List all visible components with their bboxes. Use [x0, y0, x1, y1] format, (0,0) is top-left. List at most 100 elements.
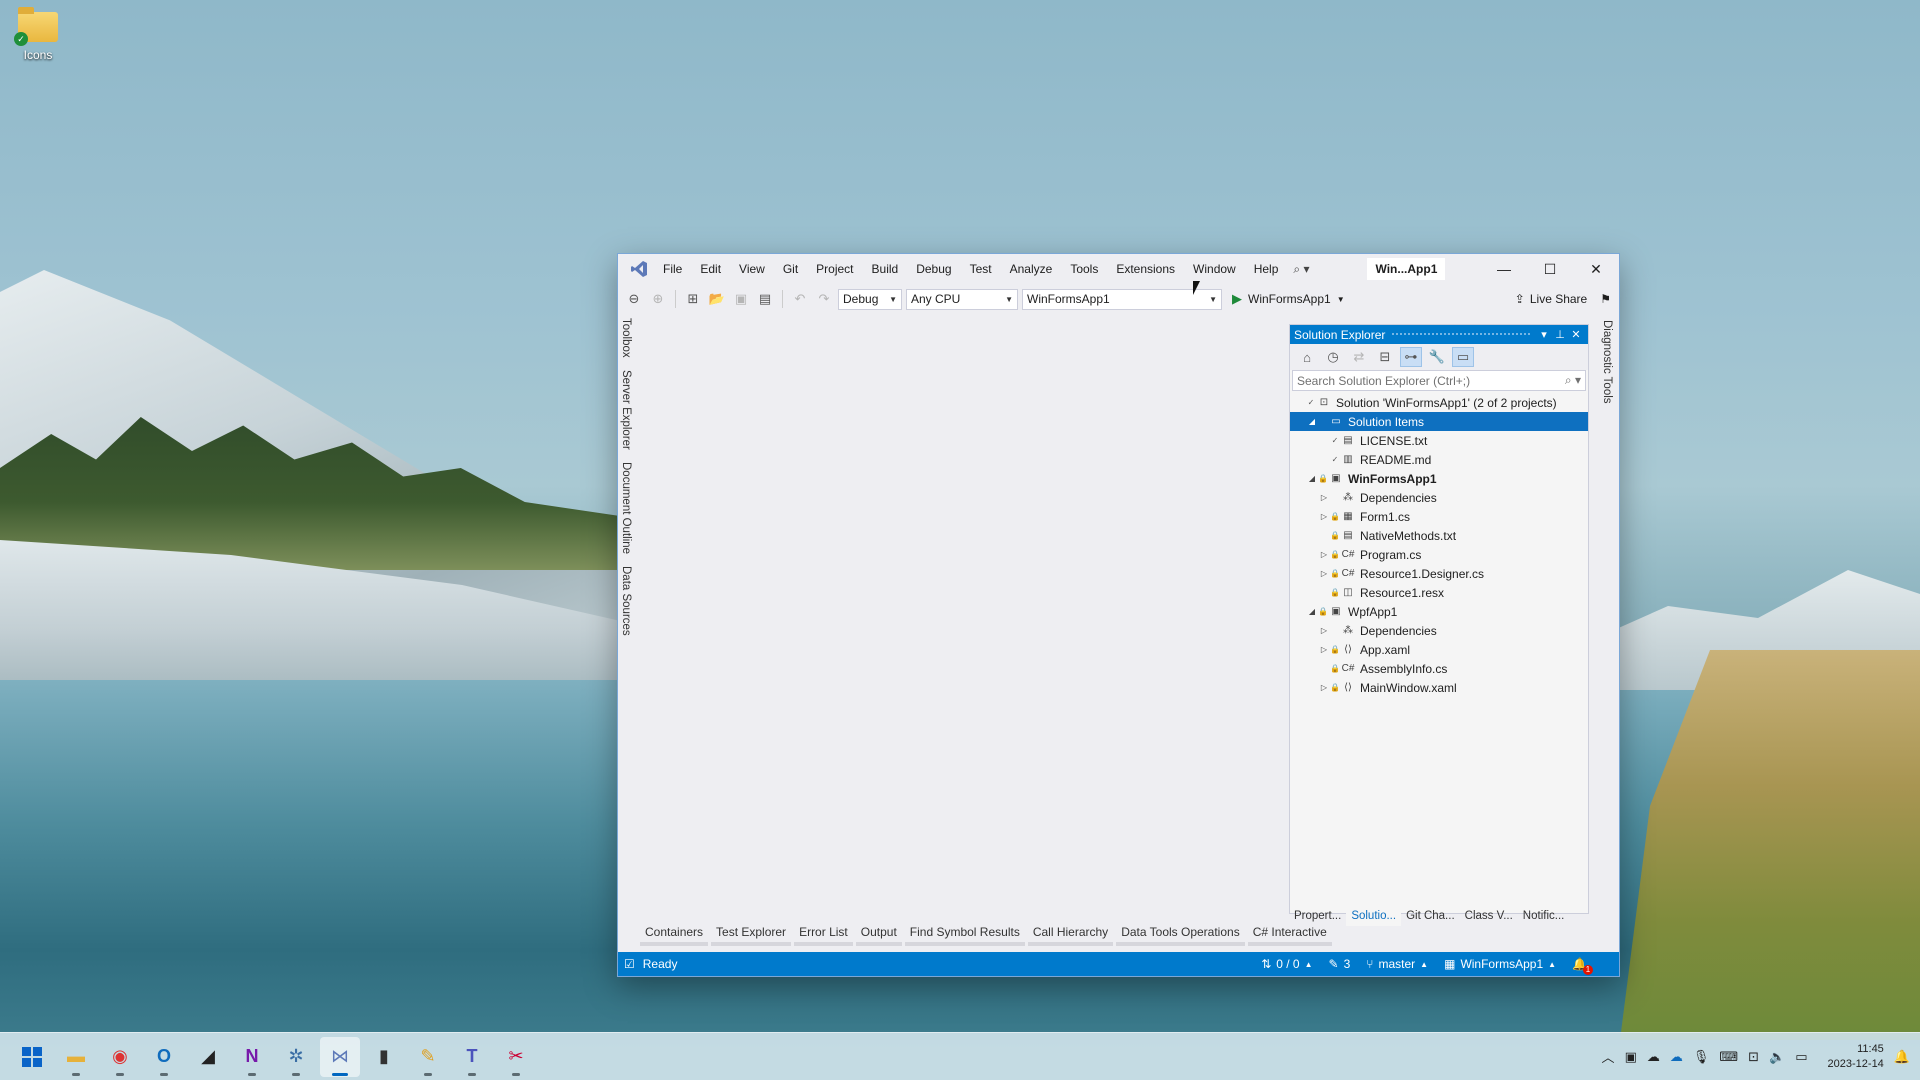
solution-search-input[interactable]: Search Solution Explorer (Ctrl+;) ⌕ ▾ — [1292, 370, 1586, 391]
tree-item[interactable]: ▷ 🔒 ▦ Form1.cs — [1290, 507, 1588, 526]
tree-item[interactable]: 🔒 ▤ NativeMethods.txt — [1290, 526, 1588, 545]
tool-window-tab[interactable]: Solutio... — [1346, 906, 1402, 926]
snipping-tool-icon[interactable]: ✂ — [496, 1037, 536, 1077]
expander-arrow-icon[interactable]: ▷ — [1318, 493, 1330, 502]
bottom-tab[interactable]: Call Hierarchy — [1027, 922, 1114, 946]
document-outline-tab[interactable]: Document Outline — [620, 462, 632, 554]
new-project-icon[interactable]: ⊞ — [683, 289, 703, 309]
bottom-tab[interactable]: Containers — [640, 922, 709, 946]
expander-arrow-icon[interactable]: ▷ — [1318, 626, 1330, 635]
tool-window-tab[interactable]: Class V... — [1460, 906, 1518, 926]
cloud-icon[interactable]: ☁ — [1647, 1049, 1660, 1065]
menu-tools[interactable]: Tools — [1061, 254, 1107, 284]
collapse-all-icon[interactable]: ⊟ — [1374, 347, 1396, 367]
keyboard-icon[interactable]: ⌨ — [1719, 1049, 1738, 1065]
terminal-preview-icon[interactable]: ◢ — [188, 1037, 228, 1077]
tree-item[interactable]: ▷ 🔒 C# Program.cs — [1290, 545, 1588, 564]
navigate-back-icon[interactable]: ⊖ — [624, 289, 644, 309]
changes-status[interactable]: ✎ 3 — [1329, 957, 1351, 971]
menu-test[interactable]: Test — [961, 254, 1001, 284]
expander-arrow-icon[interactable]: ▷ — [1318, 683, 1330, 692]
menu-file[interactable]: File — [654, 254, 691, 284]
tree-item[interactable]: ✓ ⊡ Solution 'WinFormsApp1' (2 of 2 projec… — [1290, 393, 1588, 412]
expander-arrow-icon[interactable]: ▷ — [1318, 569, 1330, 578]
paint-icon[interactable]: ✎ — [408, 1037, 448, 1077]
close-button[interactable]: ✕ — [1573, 254, 1619, 284]
menu-help[interactable]: Help — [1245, 254, 1288, 284]
diagnostic-tools-tab[interactable]: Diagnostic Tools — [1601, 320, 1613, 404]
pending-changes-filter-icon[interactable]: ◷ — [1322, 347, 1344, 367]
expander-arrow-icon[interactable]: ◢ — [1306, 607, 1318, 616]
tree-item[interactable]: ✓ ▥ README.md — [1290, 450, 1588, 469]
notification-bell-icon[interactable]: 🔔 — [1894, 1049, 1910, 1065]
data-sources-tab[interactable]: Data Sources — [620, 566, 632, 636]
bottom-tab[interactable]: Find Symbol Results — [904, 922, 1025, 946]
maximize-button[interactable]: ☐ — [1527, 254, 1573, 284]
menu-debug[interactable]: Debug — [907, 254, 960, 284]
expander-arrow-icon[interactable]: ◢ — [1306, 417, 1318, 426]
onedrive-icon[interactable]: ☁ — [1670, 1049, 1683, 1065]
network-icon[interactable]: ✲ — [276, 1037, 316, 1077]
cmd-icon[interactable]: ▮ — [364, 1037, 404, 1077]
save-icon[interactable]: ▣ — [731, 289, 751, 309]
sync-with-document-icon[interactable]: ⇄ — [1348, 347, 1370, 367]
minimize-button[interactable]: — — [1481, 254, 1527, 284]
teams-icon[interactable]: T — [452, 1037, 492, 1077]
preview-selected-icon[interactable]: ▭ — [1452, 347, 1474, 367]
close-icon[interactable]: ✕ — [1568, 328, 1584, 341]
undo-icon[interactable]: ↶ — [790, 289, 810, 309]
menu-build[interactable]: Build — [863, 254, 908, 284]
server-explorer-tab[interactable]: Server Explorer — [620, 370, 632, 450]
menu-git[interactable]: Git — [774, 254, 807, 284]
teams-tray-icon[interactable]: ▣ — [1625, 1049, 1637, 1065]
menu-project[interactable]: Project — [807, 254, 862, 284]
properties-icon[interactable]: 🔧 — [1426, 347, 1448, 367]
desktop-icon-icons[interactable]: ✓ Icons — [14, 7, 62, 62]
feedback-icon[interactable]: ⚑ — [1600, 292, 1611, 306]
switch-views-icon[interactable]: ⊶ — [1400, 347, 1422, 367]
tree-item[interactable]: ▷ 🔒 ⟨⟩ App.xaml — [1290, 640, 1588, 659]
menu-edit[interactable]: Edit — [691, 254, 730, 284]
expander-arrow-icon[interactable]: ▷ — [1318, 512, 1330, 521]
microphone-icon[interactable]: 🎙 — [1693, 1049, 1710, 1065]
chrome-icon[interactable]: ◉ — [100, 1037, 140, 1077]
file-explorer-icon[interactable]: ▬ — [56, 1037, 96, 1077]
tree-item[interactable]: 🔒 C# AssemblyInfo.cs — [1290, 659, 1588, 678]
bottom-tab[interactable]: Output — [855, 922, 902, 946]
expander-arrow-icon[interactable]: ◢ — [1306, 474, 1318, 483]
bottom-tab[interactable]: Test Explorer — [711, 922, 792, 946]
clock[interactable]: 11:45 2023-12-14 — [1828, 1042, 1884, 1072]
toolbox-tab[interactable]: Toolbox — [620, 318, 632, 358]
bottom-tab[interactable]: Error List — [794, 922, 853, 946]
expander-arrow-icon[interactable]: ▷ — [1318, 645, 1330, 654]
visual-studio-icon[interactable]: ⋈ — [320, 1036, 360, 1077]
live-share-button[interactable]: ⇪ Live Share ⚑ — [1515, 292, 1619, 306]
redo-icon[interactable]: ↷ — [814, 289, 834, 309]
menu-view[interactable]: View — [730, 254, 774, 284]
open-file-icon[interactable]: 📂 — [707, 289, 727, 309]
tree-item[interactable]: ▷ 🔒 ⟨⟩ MainWindow.xaml — [1290, 678, 1588, 697]
battery-icon[interactable]: ▭ — [1795, 1049, 1807, 1065]
menu-extensions[interactable]: Extensions — [1107, 254, 1184, 284]
network-status-icon[interactable]: ⊡ — [1748, 1049, 1759, 1065]
save-all-icon[interactable]: ▤ — [755, 289, 775, 309]
tree-item[interactable]: ✓ ▤ LICENSE.txt — [1290, 431, 1588, 450]
start-debugging-button[interactable]: ▶ WinFormsApp1 ▼ — [1232, 291, 1345, 307]
tool-window-tab[interactable]: Git Cha... — [1401, 906, 1460, 926]
tree-item[interactable]: ◢ 🔒 ▣ WpfApp1 — [1290, 602, 1588, 621]
onenote-icon[interactable]: N — [232, 1037, 272, 1077]
repository-status[interactable]: ▦ WinFormsApp1 ▲ — [1444, 957, 1556, 971]
solution-configuration-select[interactable]: Debug ▼ — [838, 288, 902, 310]
commits-status[interactable]: ⇅ 0 / 0 ▲ — [1261, 957, 1312, 971]
menu-analyze[interactable]: Analyze — [1001, 254, 1062, 284]
tree-item[interactable]: ▷ ⁂ Dependencies — [1290, 488, 1588, 507]
window-position-icon[interactable]: ▾ — [1536, 328, 1552, 341]
drag-grip[interactable] — [1391, 332, 1530, 337]
tree-item[interactable]: 🔒 ◫ Resource1.resx — [1290, 583, 1588, 602]
tree-item[interactable]: ◢ ▭ Solution Items — [1290, 412, 1588, 431]
tool-window-tab[interactable]: Notific... — [1518, 906, 1570, 926]
tree-item[interactable]: ▷ ⁂ Dependencies — [1290, 621, 1588, 640]
tree-item[interactable]: ▷ 🔒 C# Resource1.Designer.cs — [1290, 564, 1588, 583]
pin-icon[interactable]: ⊥ — [1552, 328, 1568, 341]
tree-item[interactable]: ◢ 🔒 ▣ WinFormsApp1 — [1290, 469, 1588, 488]
